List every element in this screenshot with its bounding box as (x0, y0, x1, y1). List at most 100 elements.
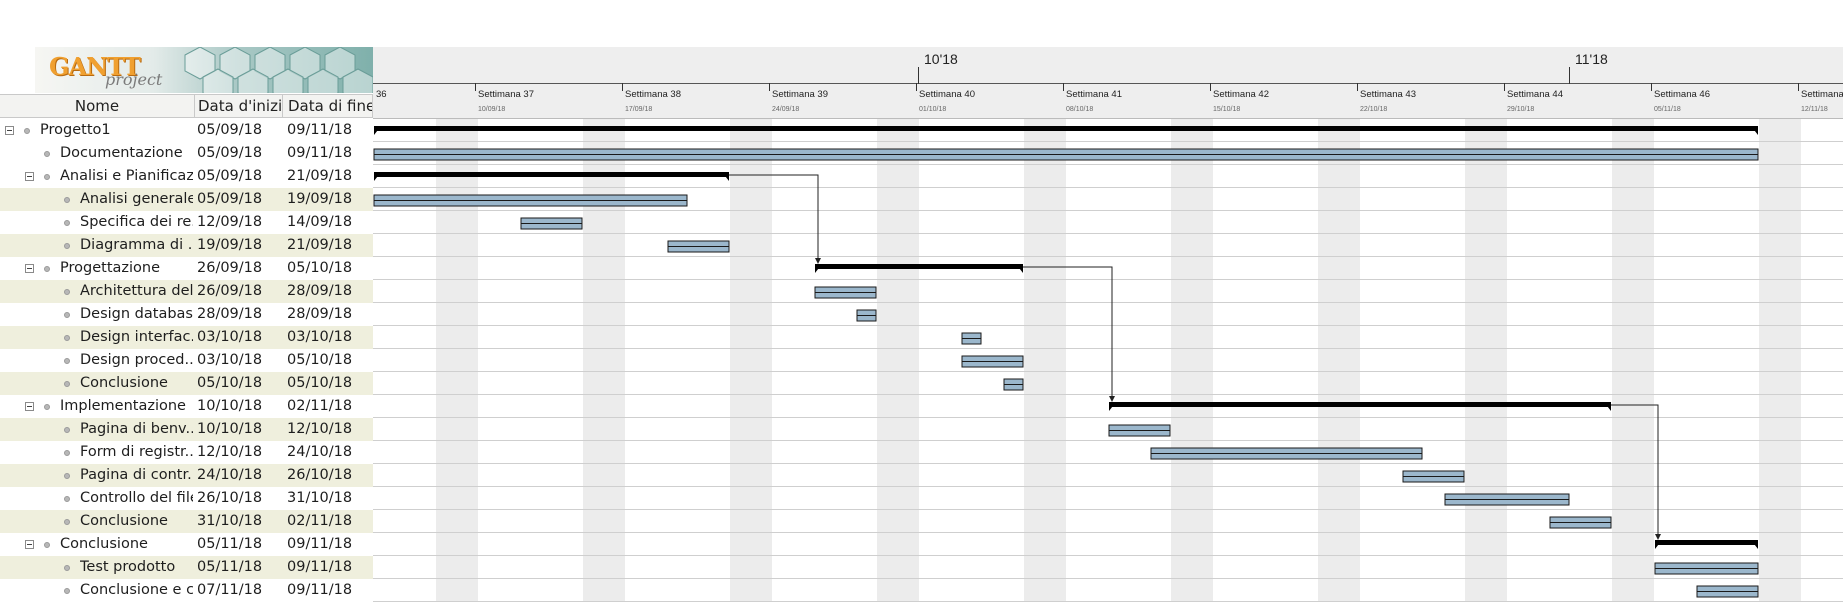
task-row[interactable]: Conclusione e c...07/11/18 09/11/18 (0, 579, 373, 602)
task-start-date[interactable]: 12/10/18 (197, 441, 262, 464)
task-name[interactable]: Test prodotto (80, 556, 175, 579)
summary-bar[interactable] (815, 264, 1023, 269)
task-start-date[interactable]: 31/10/18 (197, 510, 262, 533)
task-name[interactable]: Design proced... (80, 349, 193, 372)
task-row[interactable]: Design interfac... 03/10/18 03/10/18 (0, 326, 373, 349)
task-name[interactable]: Progettazione (60, 257, 160, 280)
column-header-end-date[interactable]: Data di fine (283, 95, 373, 117)
collapse-toggle-icon[interactable] (25, 264, 34, 273)
column-header-start-date[interactable]: Data d'inizio (195, 95, 283, 117)
task-start-date[interactable]: 05/09/18 (197, 165, 262, 188)
collapse-toggle-icon[interactable] (25, 540, 34, 549)
task-start-date[interactable]: 10/10/18 (197, 418, 262, 441)
task-end-date[interactable]: 02/11/18 (287, 395, 352, 418)
column-header-name[interactable]: Nome (0, 95, 195, 117)
task-start-date[interactable]: 05/10/18 (197, 372, 262, 395)
task-row[interactable]: Design proced... 03/10/18 05/10/18 (0, 349, 373, 372)
task-start-date[interactable]: 05/11/18 (197, 556, 262, 579)
collapse-toggle-icon[interactable] (25, 172, 34, 181)
task-start-date[interactable]: 03/10/18 (197, 349, 262, 372)
task-bullet-icon (64, 496, 70, 502)
task-start-date[interactable]: 26/09/18 (197, 257, 262, 280)
task-start-date[interactable]: 24/10/18 (197, 464, 262, 487)
gantt-chart-area[interactable]: 10'18 11'18 36 Settimana 37 10/09/18 Settiman… (373, 47, 1843, 602)
task-name[interactable]: Progetto1 (40, 119, 111, 142)
task-name[interactable]: Conclusione (80, 372, 168, 395)
task-end-date[interactable]: 28/09/18 (287, 303, 352, 326)
task-name[interactable]: Diagramma di ... (80, 234, 193, 257)
task-name[interactable]: Design database (80, 303, 193, 326)
task-name[interactable]: Controllo del file (80, 487, 193, 510)
summary-bar[interactable] (1655, 540, 1758, 545)
task-end-date[interactable]: 31/10/18 (287, 487, 352, 510)
task-row[interactable]: Documentazione 05/09/18 09/11/18 (0, 142, 373, 165)
task-name[interactable]: Conclusione (60, 533, 148, 556)
summary-bar[interactable] (374, 172, 729, 177)
task-row[interactable]: Test prodotto 05/11/18 09/11/18 (0, 556, 373, 579)
task-row[interactable]: Pagina di benv... 10/10/18 12/10/18 (0, 418, 373, 441)
task-end-date[interactable]: 09/11/18 (287, 533, 352, 556)
collapse-toggle-icon[interactable] (5, 126, 14, 135)
task-end-date[interactable]: 28/09/18 (287, 280, 352, 303)
summary-bar[interactable] (1109, 402, 1611, 407)
task-row[interactable]: Pagina di contr... 24/10/18 26/10/18 (0, 464, 373, 487)
task-start-date[interactable]: 05/09/18 (197, 119, 262, 142)
collapse-toggle-icon[interactable] (25, 402, 34, 411)
task-end-date[interactable]: 21/09/18 (287, 165, 352, 188)
summary-bar[interactable] (374, 126, 1758, 131)
task-name[interactable]: Analisi generale (80, 188, 193, 211)
task-end-date[interactable]: 09/11/18 (287, 119, 352, 142)
task-name[interactable]: Form di registr... (80, 441, 193, 464)
task-start-date[interactable]: 10/10/18 (197, 395, 262, 418)
task-row[interactable]: Progetto1 05/09/18 09/11/18 (0, 119, 373, 142)
task-row[interactable]: Specifica dei re... 12/09/18 14/09/18 (0, 211, 373, 234)
task-end-date[interactable]: 14/09/18 (287, 211, 352, 234)
task-start-date[interactable]: 19/09/18 (197, 234, 262, 257)
task-start-date[interactable]: 05/09/18 (197, 188, 262, 211)
task-end-date[interactable]: 09/11/18 (287, 142, 352, 165)
task-row[interactable]: Analisi generale 05/09/18 19/09/18 (0, 188, 373, 211)
task-end-date[interactable]: 05/10/18 (287, 349, 352, 372)
task-end-date[interactable]: 09/11/18 (287, 556, 352, 579)
task-start-date[interactable]: 12/09/18 (197, 211, 262, 234)
task-name[interactable]: Architettura del... (80, 280, 193, 303)
task-row[interactable]: Diagramma di ... 19/09/18 21/09/18 (0, 234, 373, 257)
task-row[interactable]: Conclusione 05/11/18 09/11/18 (0, 533, 373, 556)
task-end-date[interactable]: 05/10/18 (287, 372, 352, 395)
gantt-chart-canvas[interactable]: 10'18 11'18 36 Settimana 37 10/09/18 Settiman… (373, 47, 1843, 602)
task-end-date[interactable]: 05/10/18 (287, 257, 352, 280)
task-start-date[interactable]: 26/09/18 (197, 280, 262, 303)
task-name[interactable]: Analisi e Pianificaz... (60, 165, 193, 188)
task-end-date[interactable]: 09/11/18 (287, 579, 352, 602)
task-name[interactable]: Conclusione e c... (80, 579, 193, 602)
task-end-date[interactable]: 21/09/18 (287, 234, 352, 257)
task-start-date[interactable]: 26/10/18 (197, 487, 262, 510)
task-end-date[interactable]: 03/10/18 (287, 326, 352, 349)
task-row[interactable]: Implementazione 10/10/18 02/11/18 (0, 395, 373, 418)
task-start-date[interactable]: 03/10/18 (197, 326, 262, 349)
task-row[interactable]: Controllo del file 26/10/18 31/10/18 (0, 487, 373, 510)
task-row[interactable]: Progettazione 26/09/18 05/10/18 (0, 257, 373, 280)
task-name[interactable]: Design interfac... (80, 326, 193, 349)
task-row[interactable]: Conclusione 31/10/18 02/11/18 (0, 510, 373, 533)
task-row[interactable]: Analisi e Pianificaz... 05/09/18 21/09/18 (0, 165, 373, 188)
task-start-date[interactable]: 05/11/18 (197, 533, 262, 556)
task-end-date[interactable]: 26/10/18 (287, 464, 352, 487)
task-row[interactable]: Form di registr... 12/10/18 24/10/18 (0, 441, 373, 464)
task-name[interactable]: Documentazione (60, 142, 183, 165)
task-end-date[interactable]: 02/11/18 (287, 510, 352, 533)
task-row[interactable]: Conclusione 05/10/18 05/10/18 (0, 372, 373, 395)
task-end-date[interactable]: 24/10/18 (287, 441, 352, 464)
task-start-date[interactable]: 28/09/18 (197, 303, 262, 326)
task-row[interactable]: Design database 28/09/18 28/09/18 (0, 303, 373, 326)
task-start-date[interactable]: 07/11/18 (197, 579, 262, 602)
task-end-date[interactable]: 12/10/18 (287, 418, 352, 441)
task-row[interactable]: Architettura del...26/09/18 28/09/18 (0, 280, 373, 303)
task-name[interactable]: Pagina di benv... (80, 418, 193, 441)
task-name[interactable]: Pagina di contr... (80, 464, 193, 487)
task-name[interactable]: Conclusione (80, 510, 168, 533)
task-end-date[interactable]: 19/09/18 (287, 188, 352, 211)
task-start-date[interactable]: 05/09/18 (197, 142, 262, 165)
task-name[interactable]: Specifica dei re... (80, 211, 193, 234)
task-name[interactable]: Implementazione (60, 395, 186, 418)
